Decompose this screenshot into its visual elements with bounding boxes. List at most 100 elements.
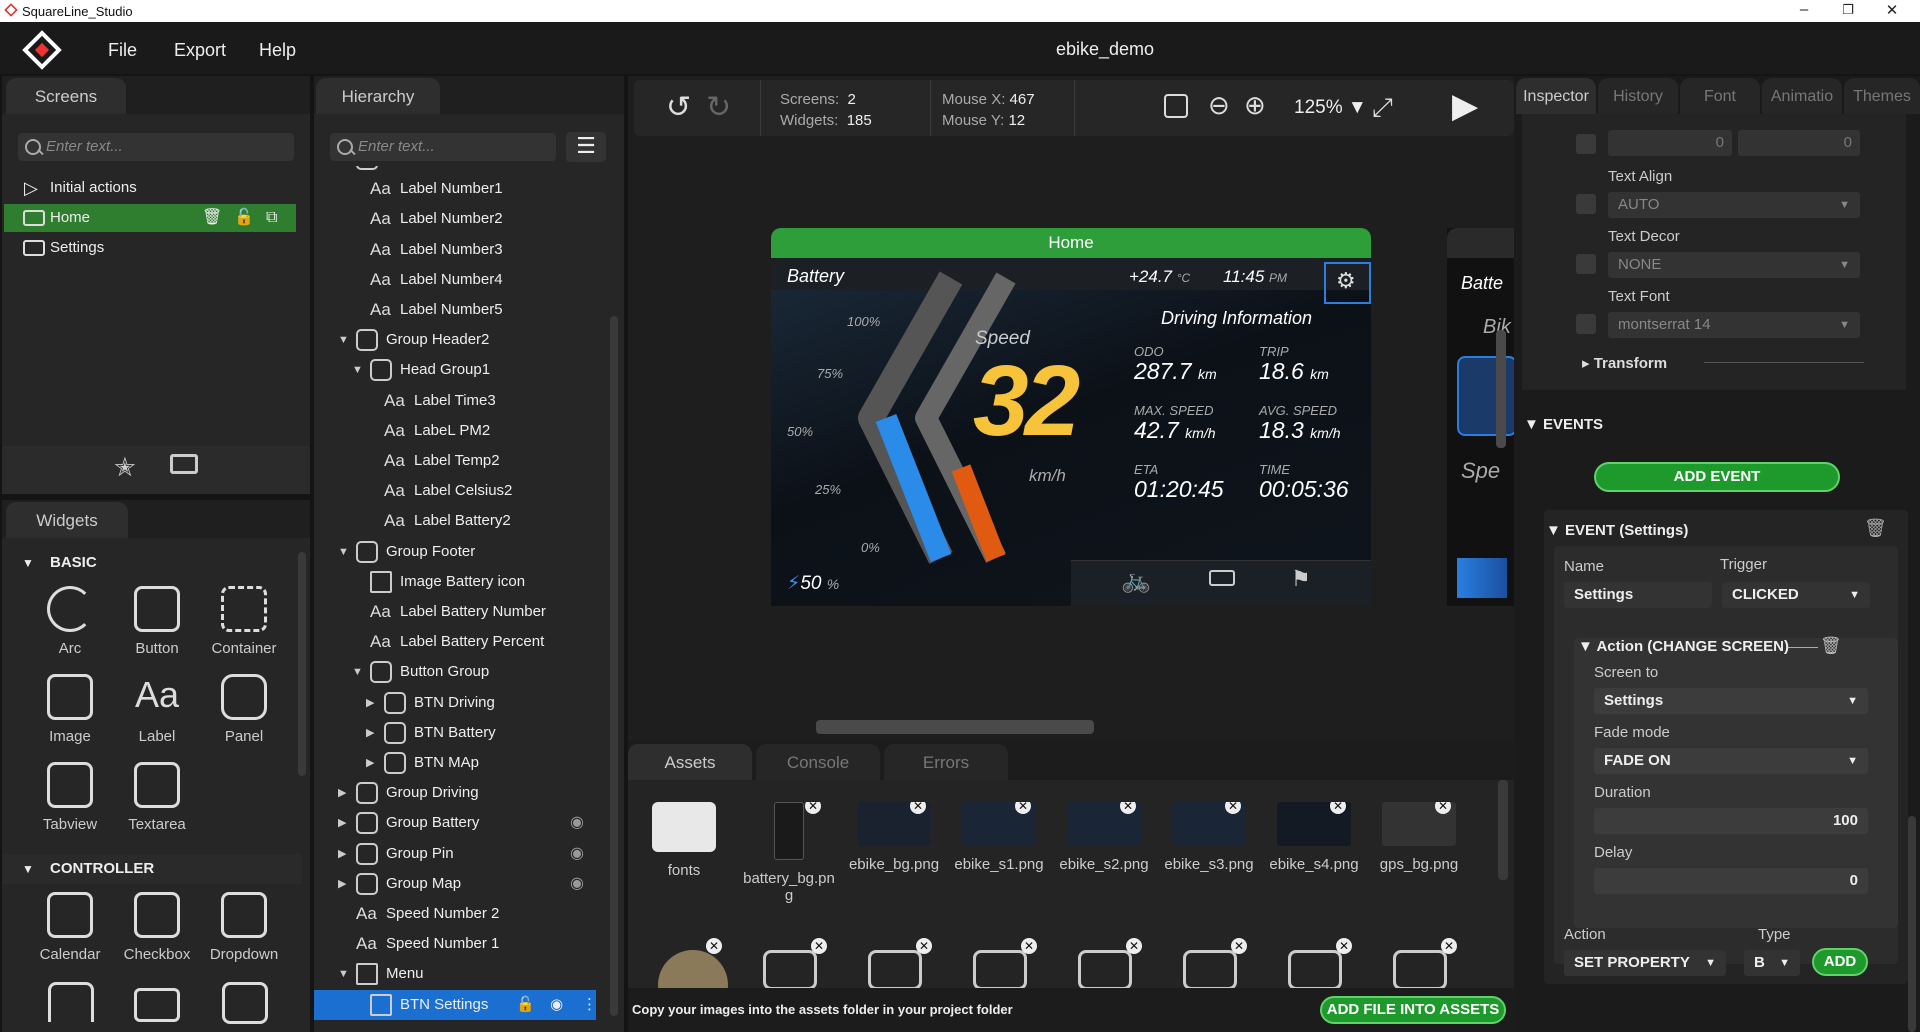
tab-console[interactable]: Console bbox=[756, 744, 880, 780]
hierarchy-item[interactable]: ▶ Group Pin ◉ bbox=[314, 839, 596, 869]
widget-button[interactable]: Button bbox=[117, 586, 197, 657]
list-icon[interactable] bbox=[222, 982, 268, 1024]
hierarchy-item[interactable]: ▶ BTN MAp bbox=[314, 748, 596, 778]
hierarchy-item[interactable]: Aa Label Battery Percent bbox=[314, 627, 596, 657]
event-header[interactable]: ▼ EVENT (Settings) bbox=[1546, 522, 1688, 539]
asset-item[interactable]: ebike_bg.png bbox=[844, 802, 944, 873]
btn-settings-selection[interactable]: ⚙ bbox=[1324, 262, 1371, 304]
hierarchy-item[interactable]: Aa LabeL PM2 bbox=[314, 416, 596, 446]
list-options-icon[interactable]: ☰ bbox=[566, 132, 606, 162]
remove-asset-icon[interactable]: ✕ bbox=[811, 938, 827, 954]
hierarchy-item[interactable]: Aa Label Celsius2 bbox=[314, 476, 596, 506]
hierarchy-item[interactable]: Aa Label Number1 bbox=[314, 174, 596, 204]
canvas-v-scrollbar[interactable] bbox=[1496, 330, 1506, 448]
caret-down-icon[interactable]: ▼ bbox=[338, 166, 349, 174]
hierarchy-item[interactable]: ▼ Button Group bbox=[314, 657, 596, 687]
caret-right-icon[interactable]: ▶ bbox=[338, 839, 346, 869]
inspector-scrollbar[interactable] bbox=[1908, 816, 1916, 1032]
widget-image[interactable]: Image bbox=[30, 674, 110, 745]
hierarchy-item[interactable]: Aa Label Time3 bbox=[314, 386, 596, 416]
widget-textarea[interactable]: Textarea bbox=[117, 762, 197, 833]
caret-down-icon[interactable]: ▼ bbox=[338, 537, 349, 567]
more-vertical-icon[interactable]: ⋮ bbox=[582, 990, 597, 1020]
hierarchy-item[interactable]: ▼ Head Group1 bbox=[314, 355, 596, 385]
asset-item[interactable]: ebike_s4.png bbox=[1264, 802, 1364, 873]
events-section[interactable]: ▼ EVENTS bbox=[1524, 416, 1603, 433]
eye-hidden-icon[interactable]: ◉ bbox=[570, 839, 584, 869]
number-field-1[interactable]: 0 bbox=[1608, 130, 1732, 156]
asset-item[interactable]: ebike_s3.png bbox=[1159, 802, 1259, 873]
tab-errors[interactable]: Errors bbox=[884, 744, 1008, 780]
screen-to-select[interactable]: Settings bbox=[1594, 688, 1868, 714]
add-event-button[interactable]: ADD EVENT bbox=[1594, 462, 1840, 492]
tab-themes[interactable]: Themes bbox=[1844, 78, 1920, 114]
remove-asset-icon[interactable]: ✕ bbox=[706, 938, 722, 954]
hierarchy-item[interactable]: ▼ Group Battery Percent bbox=[314, 166, 596, 174]
add-file-button[interactable]: ADD FILE INTO ASSETS bbox=[1320, 996, 1506, 1024]
text-font-select[interactable]: montserrat 14 bbox=[1608, 312, 1860, 338]
text-decor-select[interactable]: NONE bbox=[1608, 252, 1860, 278]
remove-asset-icon[interactable]: ✕ bbox=[916, 938, 932, 954]
fade-mode-select[interactable]: FADE ON bbox=[1594, 748, 1868, 774]
asset-thumbnail[interactable] bbox=[973, 950, 1027, 990]
hierarchy-item[interactable]: Aa Label Number3 bbox=[314, 235, 596, 265]
action-header[interactable]: ▼ Action (CHANGE SCREEN) bbox=[1578, 638, 1789, 655]
hierarchy-item[interactable]: Aa Label Battery2 bbox=[314, 506, 596, 536]
hierarchy-item[interactable]: ▶ BTN Battery bbox=[314, 718, 596, 748]
caret-down-icon[interactable]: ▼ bbox=[338, 325, 349, 355]
zoom-out-icon[interactable]: ⊖ bbox=[1208, 90, 1230, 121]
delete-action-icon[interactable]: 🗑 bbox=[1820, 636, 1842, 656]
caret-down-icon[interactable]: ▼ bbox=[338, 959, 349, 989]
screen-item-initial-actions[interactable]: ▷ Initial actions bbox=[4, 174, 296, 202]
eye-hidden-icon[interactable]: ◉ bbox=[570, 808, 584, 838]
eye-icon[interactable]: ◉ bbox=[550, 990, 563, 1020]
screen-name-header[interactable]: Home bbox=[771, 228, 1371, 258]
tab-widgets[interactable]: Widgets bbox=[6, 502, 128, 538]
text-align-select[interactable]: AUTO bbox=[1608, 192, 1860, 218]
battery-icon[interactable] bbox=[1209, 570, 1235, 586]
hierarchy-item[interactable]: ▼ Group Footer bbox=[314, 537, 596, 567]
widget-tabview[interactable]: Tabview bbox=[30, 762, 110, 833]
hierarchy-item[interactable]: Aa Label Number4 bbox=[314, 265, 596, 295]
redo-icon[interactable]: ↻ bbox=[706, 90, 731, 125]
remove-asset-icon[interactable]: ✕ bbox=[1126, 938, 1142, 954]
hierarchy-item[interactable]: BTN Settings 🔓 ◉ ⋮ bbox=[314, 989, 597, 1020]
asset-thumbnail[interactable] bbox=[1393, 950, 1447, 990]
hierarchy-item[interactable]: Aa Speed Number 2 bbox=[314, 899, 596, 929]
hierarchy-item[interactable]: ▶ Group Battery ◉ bbox=[314, 808, 596, 838]
play-icon[interactable]: ▶ bbox=[1452, 86, 1478, 126]
screen-preview[interactable]: Battery +24.7 °C 11:45 PM ⚙ Driving Info… bbox=[771, 258, 1371, 606]
undo-icon[interactable]: ↺ bbox=[666, 90, 691, 125]
assets-scrollbar[interactable] bbox=[1498, 780, 1508, 880]
asset-item[interactable]: ebike_s2.png bbox=[1054, 802, 1154, 873]
minimize-icon[interactable]: – bbox=[1784, 1, 1824, 18]
event-name-input[interactable]: Settings bbox=[1564, 582, 1712, 608]
delay-input[interactable]: 0 bbox=[1594, 868, 1868, 894]
hierarchy-item[interactable]: ▶ Group Map ◉ bbox=[314, 869, 596, 899]
hierarchy-item[interactable]: ▼ Menu bbox=[314, 959, 596, 989]
hierarchy-item[interactable]: ▶ Group Driving bbox=[314, 778, 596, 808]
hierarchy-item[interactable]: Image Battery icon bbox=[314, 567, 596, 597]
widget-checkbox[interactable]: Checkbox bbox=[117, 892, 197, 963]
widget-label[interactable]: Aa Label bbox=[117, 674, 197, 745]
caret-down-icon[interactable]: ▼ bbox=[352, 355, 363, 385]
duplicate-icon[interactable]: ⧉ bbox=[266, 204, 277, 232]
hierarchy-item[interactable]: Aa Label Temp2 bbox=[314, 446, 596, 476]
image-fit-icon[interactable] bbox=[1164, 94, 1188, 118]
asset-thumbnail[interactable] bbox=[1288, 950, 1342, 990]
remove-asset-icon[interactable]: ✕ bbox=[1336, 938, 1352, 954]
hierarchy-scrollbar[interactable] bbox=[610, 316, 618, 1016]
caret-right-icon[interactable]: ▶ bbox=[366, 688, 374, 718]
hierarchy-item[interactable]: Aa Label Number5 bbox=[314, 295, 596, 325]
folder-icon[interactable] bbox=[170, 454, 198, 474]
tab-font[interactable]: Font bbox=[1680, 78, 1760, 114]
trigger-select[interactable]: CLICKED bbox=[1722, 582, 1870, 608]
hierarchy-search-input[interactable]: Enter text... bbox=[330, 133, 556, 161]
zoom-select[interactable]: 125% ▼ bbox=[1294, 97, 1367, 119]
trash-icon[interactable]: 🗑 bbox=[202, 204, 222, 232]
screen-item-home[interactable]: Home 🗑 🔓 ⧉ bbox=[4, 204, 296, 232]
transform-section[interactable]: ▸ Transform bbox=[1582, 354, 1667, 372]
asset-thumbnail[interactable] bbox=[1183, 950, 1237, 990]
widget-calendar[interactable]: Calendar bbox=[30, 892, 110, 963]
tab-screens[interactable]: Screens bbox=[6, 78, 126, 114]
